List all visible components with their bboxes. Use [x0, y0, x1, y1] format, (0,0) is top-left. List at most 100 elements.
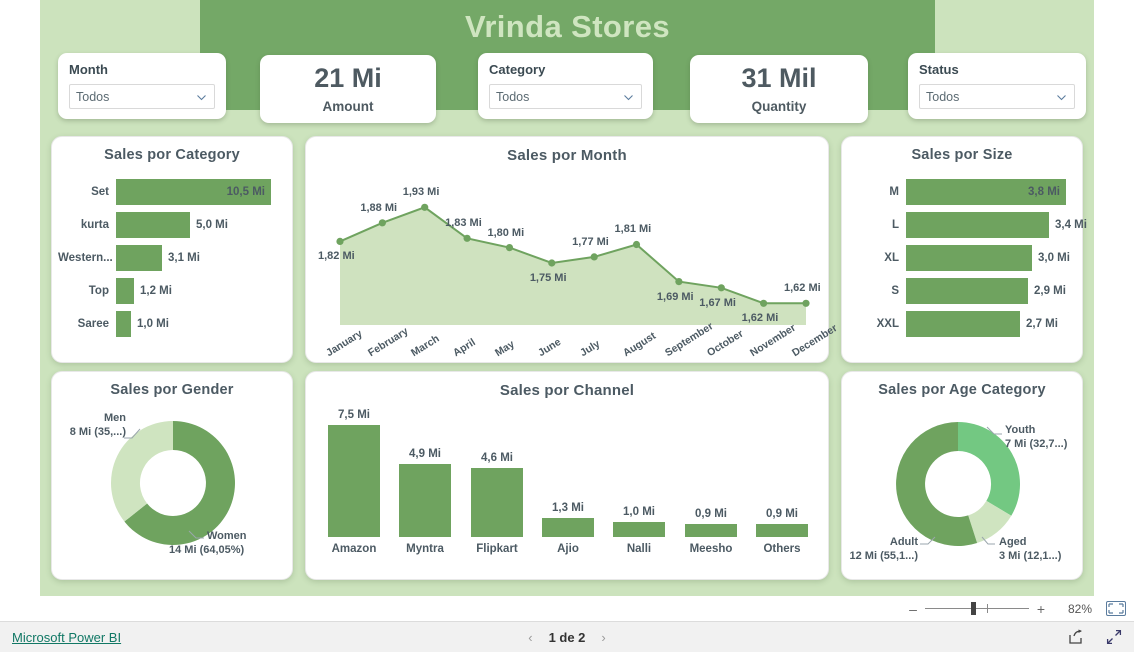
bar-category-label: Set [91, 185, 109, 198]
bar-row[interactable]: XL 3,0 Mi [848, 241, 1072, 274]
bar-category-label: L [891, 218, 899, 231]
column-bar[interactable] [471, 468, 523, 537]
bar-fill[interactable] [116, 277, 134, 304]
column-bar[interactable] [613, 522, 665, 537]
data-point [590, 253, 598, 261]
page-indicator: 1 de 2 [548, 629, 586, 645]
data-point [336, 237, 344, 245]
data-point-label: 1,83 Mi [445, 217, 482, 230]
data-point [632, 240, 641, 249]
column-bar[interactable] [756, 524, 808, 537]
bar-row[interactable]: Saree 1,0 Mi [58, 307, 282, 340]
slicer-status-label: Status [919, 62, 959, 77]
bar-value-label: 3,4 Mi [1055, 218, 1087, 231]
data-point [463, 234, 471, 242]
panel-sales-por-size: Sales por Size M 3,8 Mi L 3,4 Mi XL 3,0 Mi S 2,… [841, 136, 1087, 363]
page-title: Vrinda Stores [464, 9, 671, 44]
zoom-in-button[interactable]: + [1033, 601, 1049, 617]
size-bar-chart: M 3,8 Mi L 3,4 Mi XL 3,0 Mi S 2,9 Mi XXL 2,7 Mi [842, 163, 1087, 340]
bar-value-label: 2,9 Mi [1034, 284, 1066, 297]
age-adult-label: Adult 12 Mi (55,1...) [844, 536, 918, 564]
bar-track: 3,8 Mi [906, 178, 1072, 205]
data-point-label: 1,62 Mi [741, 312, 779, 325]
bar-row[interactable]: Western... 3,1 Mi [58, 241, 282, 274]
column-value-label: 1,3 Mi [552, 502, 584, 514]
bar-fill[interactable] [906, 244, 1032, 271]
bar-fill[interactable] [116, 211, 190, 238]
zoom-out-button[interactable]: – [905, 601, 921, 617]
bar-row[interactable]: Top 1,2 Mi [58, 274, 282, 307]
zoom-slider-thumb[interactable] [971, 602, 976, 615]
bar-track: 3,0 Mi [906, 244, 1072, 271]
share-icon[interactable] [1068, 629, 1084, 645]
gender-donut-chart: Men 8 Mi (35,...) Women 14 Mi (64,05%) [52, 398, 292, 570]
kpi-card-amount: 21 Mi Amount [260, 55, 436, 123]
bar-category-label: XL [884, 251, 899, 264]
panel-sales-por-channel-title: Sales por Channel [499, 382, 635, 399]
slicer-month-dropdown[interactable]: Todos [69, 84, 215, 109]
bar-category-label: M [889, 185, 899, 198]
bar-row[interactable]: M 3,8 Mi [848, 175, 1072, 208]
data-point-label: 1,80 Mi [487, 226, 525, 239]
slicer-status-dropdown[interactable]: Todos [919, 84, 1075, 109]
zoom-slider[interactable] [925, 602, 1029, 615]
slicer-status[interactable]: Status Todos [908, 53, 1086, 119]
gender-men-value: 8 Mi (35,...) [69, 425, 126, 438]
column-bar[interactable] [542, 518, 594, 537]
bar-category-label: XXL [876, 317, 899, 330]
panel-sales-por-month: Sales por Month 1,82 Mi 1,88 Mi 1,93 Mi 1,8… [305, 136, 839, 363]
chevron-down-icon[interactable] [196, 92, 207, 103]
panel-sales-por-gender: Sales por Gender Men 8 Mi (35,...) Women [51, 371, 293, 580]
bar-fill[interactable] [906, 277, 1028, 304]
bar-row[interactable]: kurta 5,0 Mi [58, 208, 282, 241]
bar-value-label: 2,7 Mi [1026, 317, 1058, 330]
slicer-category-dropdown[interactable]: Todos [489, 84, 642, 109]
slicer-month[interactable]: Month Todos [58, 53, 226, 119]
slicer-category-value: Todos [496, 89, 530, 104]
chevron-down-icon[interactable] [1056, 92, 1067, 103]
bar-category-label: Top [88, 284, 109, 297]
column-value-label: 4,9 Mi [409, 448, 441, 460]
bar-track: 5,0 Mi [116, 211, 282, 238]
bar-fill[interactable]: 10,5 Mi [116, 178, 271, 205]
data-point [675, 278, 683, 286]
bar-track: 3,4 Mi [906, 211, 1087, 238]
chevron-right-icon[interactable]: › [601, 630, 605, 645]
panel-sales-por-age-title: Sales por Age Category [878, 382, 1046, 398]
column-bar[interactable] [328, 425, 380, 537]
chevron-left-icon[interactable]: ‹ [528, 630, 532, 645]
bar-row[interactable]: Set 10,5 Mi [58, 175, 282, 208]
column-bar[interactable] [685, 524, 737, 537]
bar-fill[interactable]: 3,8 Mi [906, 178, 1066, 205]
panel-sales-por-age-category: Sales por Age Category Youth 7 Mi (32,7.… [841, 371, 1083, 580]
age-adult-value: 12 Mi (55,1...) [849, 549, 918, 562]
bar-track: 2,9 Mi [906, 277, 1072, 304]
panel-sales-por-channel: Sales por Channel 7,5 Mi Amazon 4,9 Mi Mynt… [305, 371, 829, 580]
bar-row[interactable]: S 2,9 Mi [848, 274, 1072, 307]
area-fill [340, 207, 806, 325]
chevron-down-icon[interactable] [623, 92, 634, 103]
slicer-category[interactable]: Category Todos [478, 53, 653, 119]
kpi-amount-value: 21 Mi [314, 62, 382, 93]
bar-fill[interactable] [906, 211, 1049, 238]
bar-value-label: 1,0 Mi [137, 317, 169, 330]
zoom-level: 82% [1067, 601, 1092, 616]
slicer-month-label: Month [69, 62, 108, 77]
bar-fill[interactable] [116, 244, 162, 271]
panel-sales-por-category-title: Sales por Category [104, 147, 240, 163]
panel-sales-por-gender-title: Sales por Gender [110, 382, 234, 398]
age-aged-value: 3 Mi (12,1...) [999, 549, 1062, 562]
fullscreen-icon[interactable] [1106, 629, 1122, 645]
slicer-category-label: Category [489, 62, 546, 77]
bar-fill[interactable] [116, 310, 131, 337]
bar-row[interactable]: L 3,4 Mi [848, 208, 1087, 241]
fit-to-page-icon[interactable] [1106, 601, 1126, 616]
bar-fill[interactable] [906, 310, 1020, 337]
panel-sales-por-size-title: Sales por Size [911, 147, 1013, 163]
column-value-label: 0,9 Mi [695, 508, 727, 520]
column-bar[interactable] [399, 464, 451, 537]
column-category-label: Myntra [406, 543, 444, 555]
bar-value-label: 3,0 Mi [1038, 251, 1070, 264]
panel-sales-por-category: Sales por Category Set 10,5 Mi kurta 5,0 Mi… [51, 136, 293, 363]
bar-row[interactable]: XXL 2,7 Mi [848, 307, 1072, 340]
